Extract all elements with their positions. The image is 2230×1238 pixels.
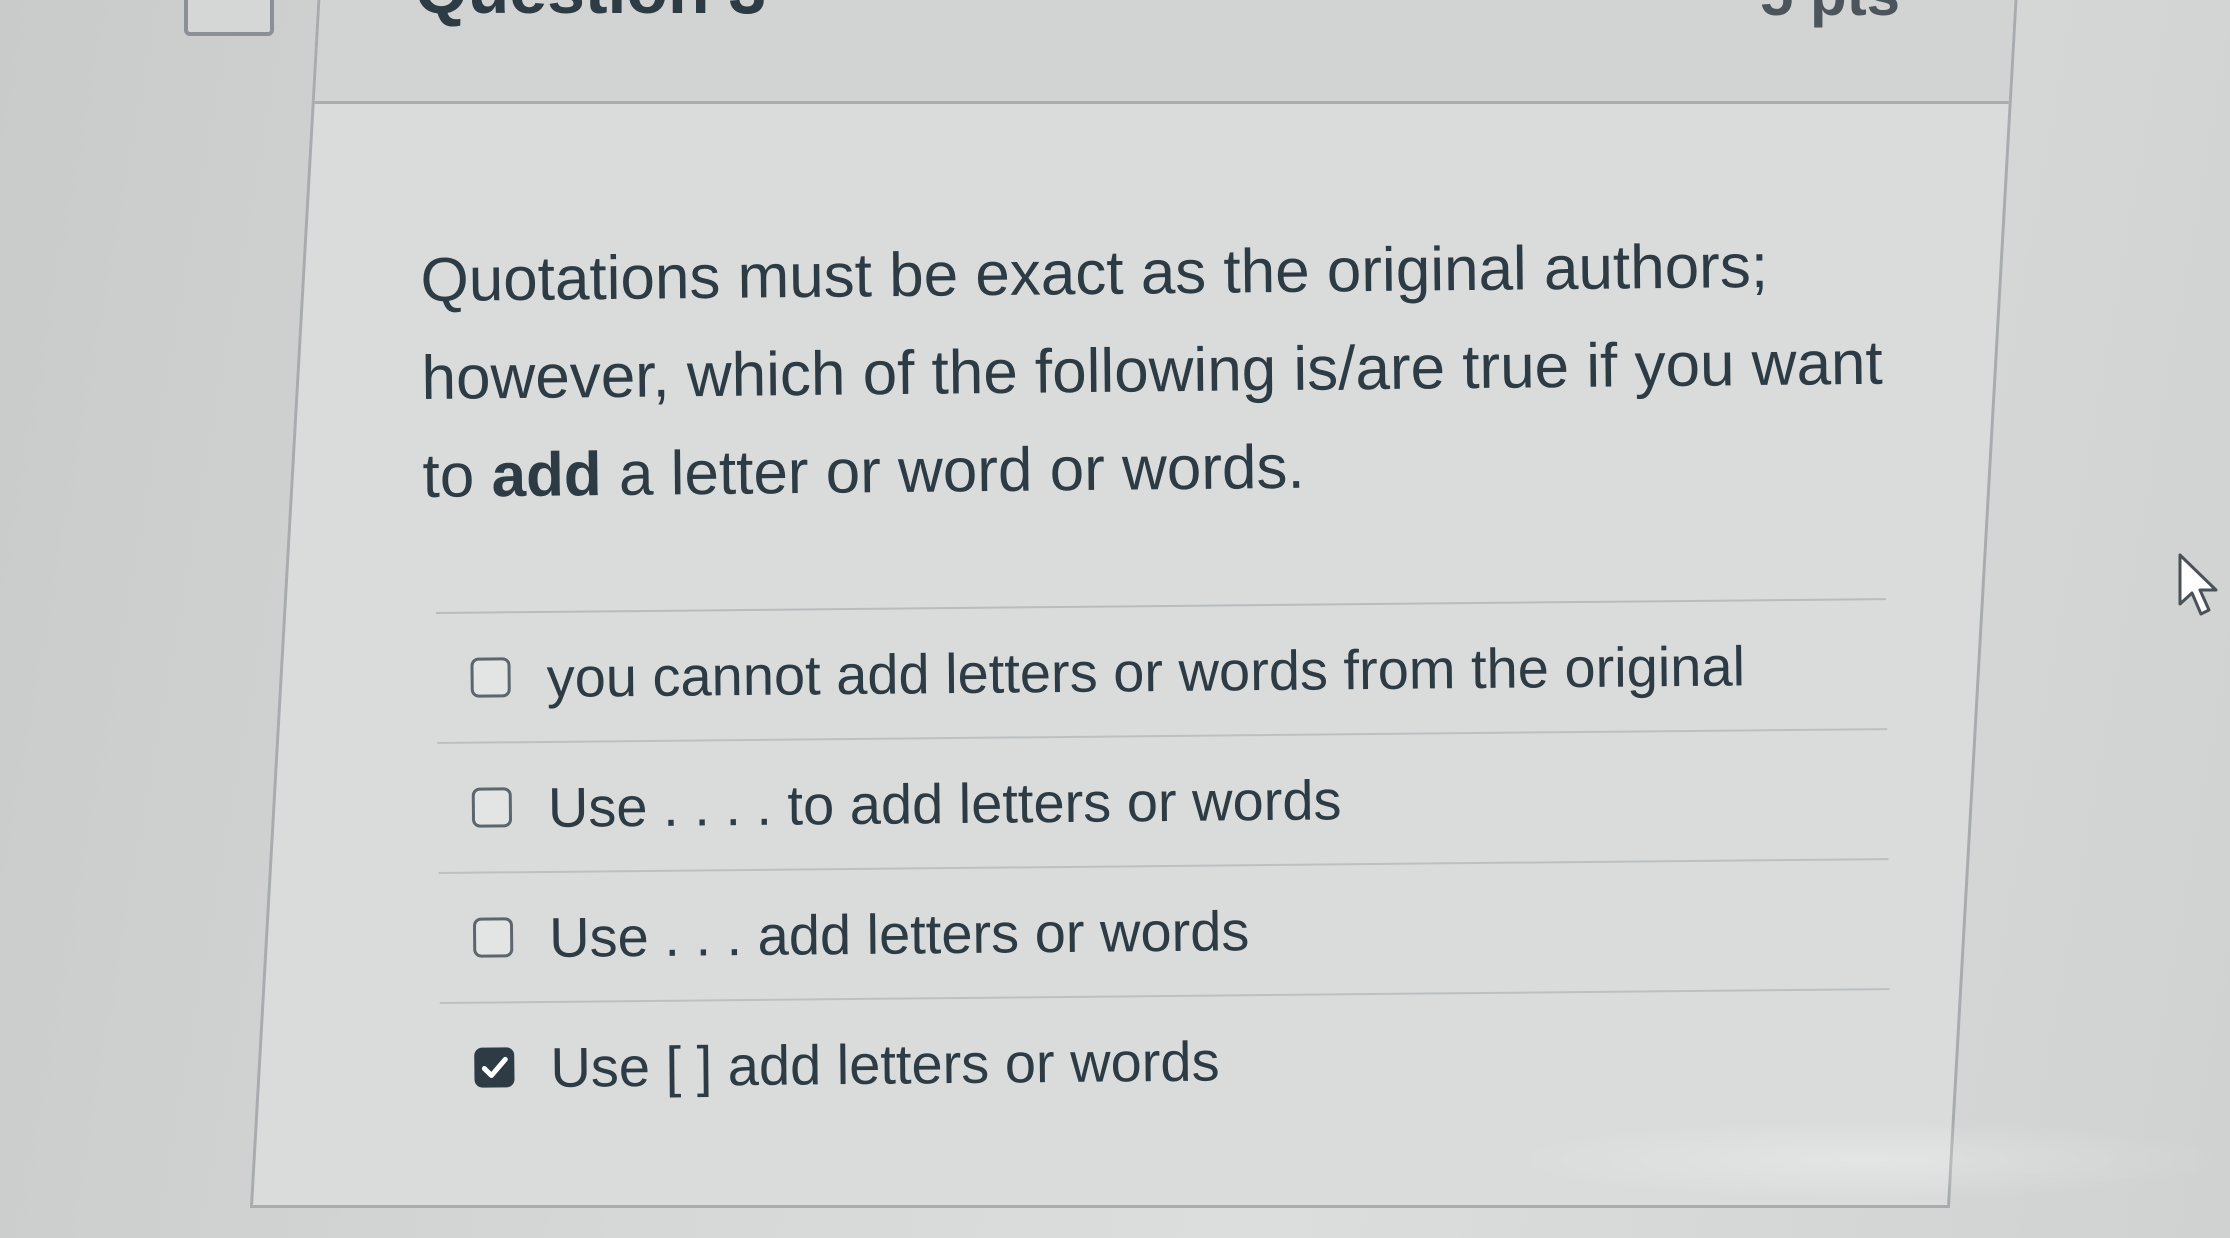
answer-checkbox-1[interactable] (470, 657, 511, 698)
question-text: Quotations must be exact as the original… (420, 216, 1923, 526)
question-text-part-2: a letter or word or words. (601, 432, 1305, 510)
screen-glare (1500, 1120, 2230, 1200)
answer-label-1: you cannot add letters or words from the… (546, 633, 1746, 709)
checkmark-icon (481, 1056, 508, 1078)
answer-option-2[interactable]: Use . . . . to add letters or words (437, 730, 1889, 874)
screen: Question 3 5 pts Quotations must be exac… (0, 0, 2230, 1238)
answer-label-2: Use . . . . to add letters or words (547, 767, 1342, 839)
question-points: 5 pts (1760, 0, 2150, 29)
question-text-bold: add (491, 440, 603, 511)
answer-label-3: Use . . . add letters or words (548, 898, 1250, 969)
answer-label-4: Use [ ] add letters or words (550, 1029, 1220, 1099)
previous-question-box (184, 0, 274, 36)
answer-checkbox-4[interactable] (474, 1047, 515, 1088)
answer-list: you cannot add letters or words from the… (436, 598, 1891, 1132)
answer-checkbox-2[interactable] (471, 787, 513, 828)
question-title: Question 3 (415, 0, 766, 29)
answer-option-3[interactable]: Use . . . add letters or words (438, 860, 1890, 1004)
mouse-pointer-icon (2178, 553, 2218, 616)
answer-checkbox-3[interactable] (472, 917, 514, 958)
answer-option-4[interactable]: Use [ ] add letters or words (440, 990, 1891, 1132)
answer-option-1[interactable]: you cannot add letters or words from the… (436, 600, 1888, 744)
